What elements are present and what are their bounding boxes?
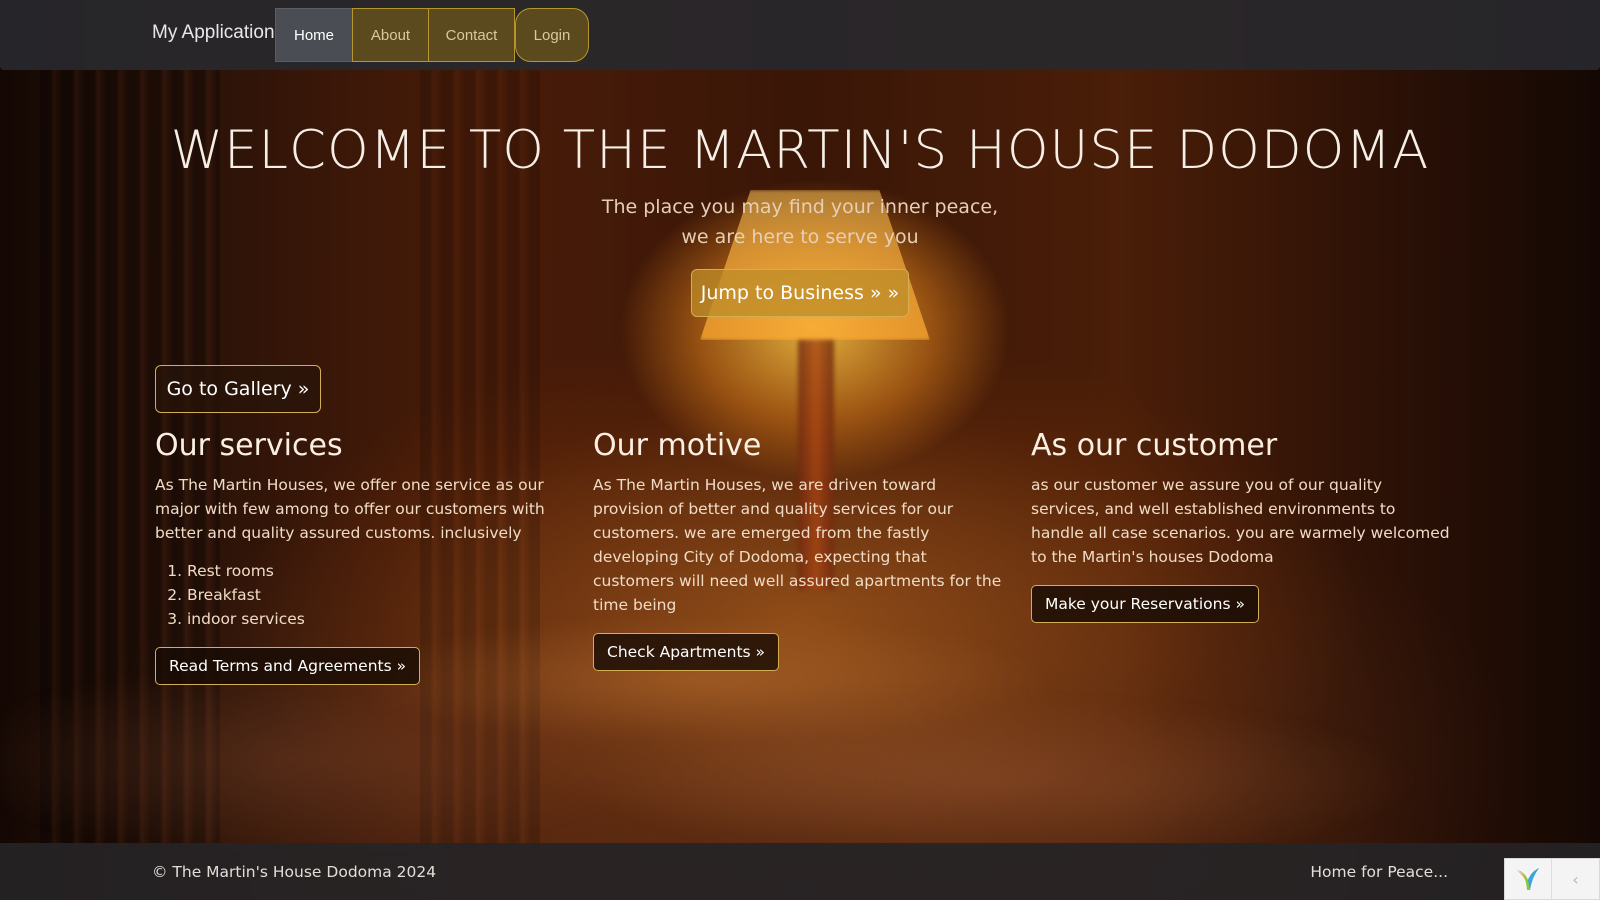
- debug-toolbar[interactable]: ‹: [1504, 858, 1600, 900]
- footer: © The Martin's House Dodoma 2024 Home fo…: [0, 843, 1600, 900]
- footer-copyright: © The Martin's House Dodoma 2024: [152, 863, 437, 881]
- customer-heading: As our customer: [1031, 428, 1278, 463]
- make-reservations-button[interactable]: Make your Reservations »: [1031, 585, 1259, 623]
- services-list: Rest rooms Breakfast indoor services: [187, 559, 565, 631]
- footer-tagline: Home for Peace...: [1310, 863, 1448, 881]
- customer-text: as our customer we assure you of our qua…: [1031, 476, 1450, 566]
- yii-logo-icon[interactable]: [1505, 858, 1553, 900]
- jump-to-business-button[interactable]: Jump to Business » »: [691, 269, 909, 317]
- motive-text: As The Martin Houses, we are driven towa…: [593, 476, 1002, 614]
- services-heading: Our services: [155, 428, 343, 463]
- motive-heading: Our motive: [593, 428, 762, 463]
- read-terms-button[interactable]: Read Terms and Agreements »: [155, 647, 421, 685]
- hero-subtitle-line2: we are here to serve you: [681, 226, 919, 248]
- navbar: My Application Home About Contact Login: [0, 0, 1600, 70]
- nav-about[interactable]: About: [352, 8, 429, 62]
- nav-login[interactable]: Login: [515, 8, 589, 62]
- services-text: As The Martin Houses, we offer one servi…: [155, 476, 545, 542]
- customer-column: As our customer as our customer we assur…: [1031, 428, 1451, 623]
- hero-title: WELCOME TO THE MARTIN'S HOUSE DODOMA: [170, 120, 1430, 181]
- hero-subtitle-line1: The place you may find your inner peace,: [601, 196, 999, 218]
- nav-home[interactable]: Home: [275, 8, 353, 62]
- list-item: Rest rooms: [187, 559, 565, 583]
- check-apartments-button[interactable]: Check Apartments »: [593, 633, 780, 671]
- list-item: indoor services: [187, 607, 565, 631]
- nav-contact[interactable]: Contact: [428, 8, 515, 62]
- motive-column: Our motive As The Martin Houses, we are …: [593, 428, 1003, 671]
- list-item: Breakfast: [187, 583, 565, 607]
- go-to-gallery-button[interactable]: Go to Gallery »: [155, 365, 321, 413]
- chevron-left-icon[interactable]: ‹: [1552, 858, 1599, 900]
- services-column: Our services As The Martin Houses, we of…: [155, 428, 565, 685]
- brand-link[interactable]: My Application: [152, 22, 275, 44]
